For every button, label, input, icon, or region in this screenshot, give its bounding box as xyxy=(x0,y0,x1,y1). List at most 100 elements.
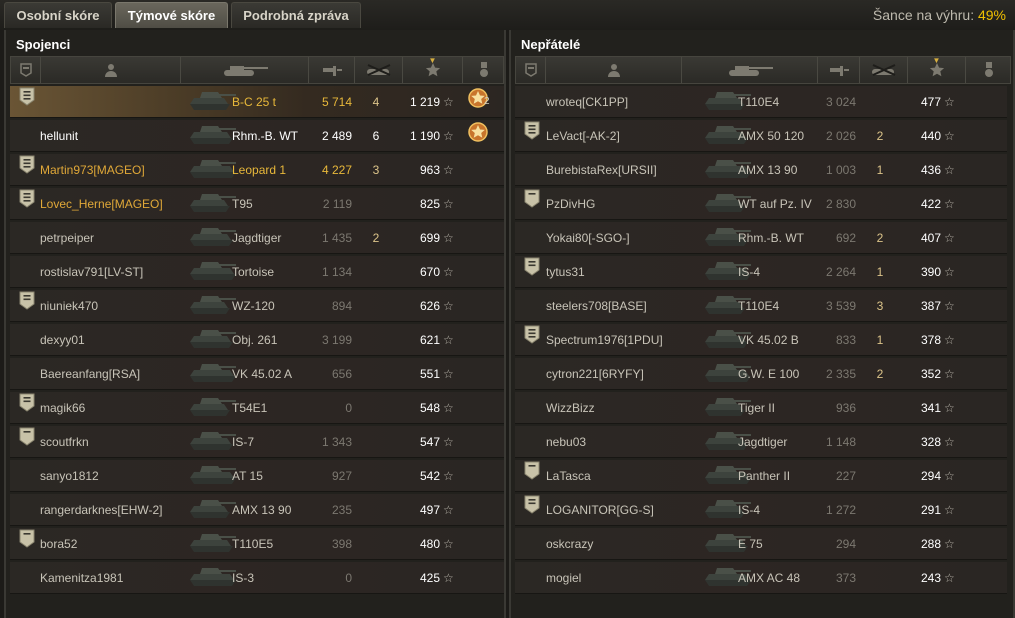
tab-detailed-report[interactable]: Podrobná zpráva xyxy=(231,2,361,28)
damage-column-icon[interactable] xyxy=(818,57,860,83)
tab-team-score[interactable]: Týmové skóre xyxy=(115,2,228,28)
player-name[interactable]: sanyo1812 xyxy=(40,460,99,492)
damage-value: 2 119 xyxy=(322,197,352,211)
player-name[interactable]: bora52 xyxy=(40,528,77,560)
score-value: 407 xyxy=(920,231,941,245)
player-name[interactable]: Kamenitza1981 xyxy=(40,562,123,594)
star-icon: ☆ xyxy=(443,537,454,551)
player-name[interactable]: scoutfrkn xyxy=(40,426,89,458)
score-value: 670 xyxy=(419,265,440,279)
table-row[interactable]: WizzBizz Tiger II 936 341 ☆ xyxy=(515,392,1007,424)
table-row[interactable]: rostislav791[LV-ST] Tortoise 1 134 670 ☆ xyxy=(10,256,504,288)
tab-personal-score[interactable]: Osobní skóre xyxy=(4,2,112,28)
player-name[interactable]: cytron221[6RYFY] xyxy=(546,358,644,390)
table-row[interactable]: dexyy01 Obj. 261 3 199 621 ☆ xyxy=(10,324,504,356)
player-name[interactable]: Baereanfang[RSA] xyxy=(40,358,140,390)
score-value: 551 xyxy=(419,367,440,381)
star-icon: ☆ xyxy=(443,367,454,381)
enemies-column-header: ▼ xyxy=(515,56,1011,84)
player-name[interactable]: LaTasca xyxy=(546,460,591,492)
table-row[interactable]: mogiel AMX AC 48 373 243 ☆ xyxy=(515,562,1007,594)
table-row[interactable]: magik66 T54E1 0 548 ☆ xyxy=(10,392,504,424)
win-chance: Šance na výhru: 49% xyxy=(873,7,1006,23)
medal-column-icon[interactable] xyxy=(966,57,1012,83)
player-name[interactable]: tytus31 xyxy=(546,256,585,288)
player-name[interactable]: oskcrazy xyxy=(546,528,593,560)
star-column-icon[interactable]: ▼ xyxy=(403,56,463,83)
player-name[interactable]: Yokai80[-SGO-] xyxy=(546,222,630,254)
player-name[interactable]: Lovec_Herne[MAGEO] xyxy=(40,188,163,220)
star-icon: ☆ xyxy=(944,571,955,585)
table-row[interactable]: LaTasca Panther II 227 294 ☆ xyxy=(515,460,1007,492)
player-name[interactable]: PzDivHG xyxy=(546,188,595,220)
player-name[interactable]: rangerdarknes[EHW-2] xyxy=(40,494,163,526)
table-row[interactable]: LeVact[-AK-2] AMX 50 120 2 026 2 440 ☆ xyxy=(515,120,1007,152)
table-row[interactable]: Yokai80[-SGO-] Rhm.-B. WT 692 2 407 ☆ xyxy=(515,222,1007,254)
table-row[interactable]: Martin973[MAGEO] Leopard 14 227 3 963 ☆ xyxy=(10,154,504,186)
table-row[interactable]: Lovec_Herne[MAGEO] T95 2 119 825 ☆ xyxy=(10,188,504,220)
score-value: 440 xyxy=(920,129,941,143)
tab-bar: Osobní skóre Týmové skóre Podrobná zpráv… xyxy=(0,0,1015,30)
damage-value: 0 xyxy=(345,571,352,585)
score-value: 699 xyxy=(419,231,440,245)
table-row[interactable]: tytus31 IS-4 2 264 1 390 ☆ xyxy=(515,256,1007,288)
table-row[interactable]: Baereanfang[RSA] VK 45.02 A 656 551 ☆ xyxy=(10,358,504,390)
player-name[interactable]: Martin973[MAGEO] xyxy=(40,154,145,186)
player-name[interactable]: LOGANITOR[GG-S] xyxy=(546,494,654,526)
player-name[interactable]: niuniek470 xyxy=(40,290,98,322)
tank-column-icon[interactable] xyxy=(682,57,818,83)
player-name[interactable]: dexyy01 xyxy=(40,324,85,356)
player-name[interactable]: wroteq[CK1PP] xyxy=(546,86,628,118)
table-row[interactable]: B-C 25 t5 714 4 1 219 ☆ 2 xyxy=(10,86,504,118)
player-name[interactable]: mogiel xyxy=(546,562,581,594)
player-name[interactable]: rostislav791[LV-ST] xyxy=(40,256,143,288)
allies-title: Spojenci xyxy=(16,37,71,52)
table-row[interactable]: Spectrum1976[1PDU] VK 45.02 B 833 1 378 ☆ xyxy=(515,324,1007,356)
star-icon: ☆ xyxy=(944,503,955,517)
player-column-icon[interactable] xyxy=(546,57,682,83)
tank-column-icon[interactable] xyxy=(181,57,309,83)
table-row[interactable]: nebu03 Jagdtiger 1 148 328 ☆ xyxy=(515,426,1007,458)
table-row[interactable]: LOGANITOR[GG-S] IS-4 1 272 291 ☆ xyxy=(515,494,1007,526)
badge-column-icon[interactable] xyxy=(516,57,546,83)
table-row[interactable]: wroteq[CK1PP] T110E4 3 024 477 ☆ xyxy=(515,86,1007,118)
table-row[interactable]: rangerdarknes[EHW-2] AMX 13 90 235 497 ☆ xyxy=(10,494,504,526)
player-name[interactable]: hellunit xyxy=(40,120,78,152)
medal-icon[interactable] xyxy=(466,120,492,152)
player-name[interactable]: petrpeiper xyxy=(40,222,94,254)
table-row[interactable]: sanyo1812 AT 15 927 542 ☆ xyxy=(10,460,504,492)
damage-value: 833 xyxy=(835,333,856,347)
table-row[interactable]: steelers708[BASE] T110E4 3 539 3 387 ☆ xyxy=(515,290,1007,322)
badge-column-icon[interactable] xyxy=(11,57,41,83)
star-column-icon[interactable]: ▼ xyxy=(908,56,966,83)
table-row[interactable]: hellunit Rhm.-B. WT 2 489 6 1 190 ☆ xyxy=(10,120,504,152)
table-row[interactable]: PzDivHG WT auf Pz. IV 2 830 422 ☆ xyxy=(515,188,1007,220)
score-value: 378 xyxy=(920,333,941,347)
kills-column-icon[interactable] xyxy=(860,57,908,83)
player-name[interactable]: LeVact[-AK-2] xyxy=(546,120,620,152)
vehicle-name: E 75 xyxy=(738,537,763,551)
player-name[interactable]: Spectrum1976[1PDU] xyxy=(546,324,663,356)
star-icon: ☆ xyxy=(443,401,454,415)
player-name[interactable]: magik66 xyxy=(40,392,85,424)
damage-column-icon[interactable] xyxy=(309,57,355,83)
table-row[interactable]: BurebistaRex[URSII] AMX 13 90 1 003 1 436 ☆ xyxy=(515,154,1007,186)
table-row[interactable]: petrpeiper Jagdtiger 1 435 2 699 ☆ xyxy=(10,222,504,254)
table-row[interactable]: niuniek470 WZ-120 894 626 ☆ xyxy=(10,290,504,322)
tank-icon xyxy=(186,426,238,458)
table-row[interactable]: oskcrazy E 75 294 288 ☆ xyxy=(515,528,1007,560)
star-icon: ☆ xyxy=(944,367,955,381)
table-row[interactable]: scoutfrkn IS-7 1 343 547 ☆ xyxy=(10,426,504,458)
table-row[interactable]: cytron221[6RYFY] G.W. E 100 2 335 2 352 ☆ xyxy=(515,358,1007,390)
star-icon: ☆ xyxy=(443,299,454,313)
table-row[interactable]: bora52 T110E5 398 480 ☆ xyxy=(10,528,504,560)
table-row[interactable]: Kamenitza1981 IS-3 0 425 ☆ xyxy=(10,562,504,594)
medal-column-icon[interactable] xyxy=(463,57,505,83)
player-name[interactable]: WizzBizz xyxy=(546,392,595,424)
vehicle-name: T110E4 xyxy=(738,299,780,313)
kills-column-icon[interactable] xyxy=(355,57,403,83)
player-name[interactable]: steelers708[BASE] xyxy=(546,290,647,322)
player-column-icon[interactable] xyxy=(41,57,181,83)
player-name[interactable]: BurebistaRex[URSII] xyxy=(546,154,657,186)
player-name[interactable]: nebu03 xyxy=(546,426,586,458)
